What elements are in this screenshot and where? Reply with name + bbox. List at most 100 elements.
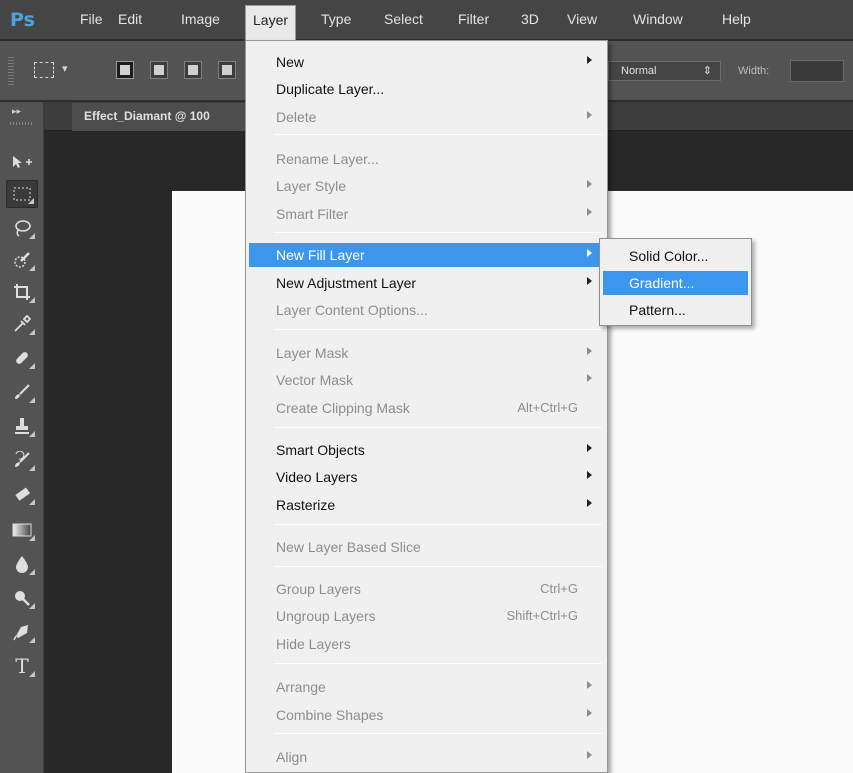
menu-item-arrange[interactable]: Arrange <box>249 675 604 699</box>
lasso-tool-icon[interactable] <box>6 214 38 242</box>
menu-item-layer-content-options[interactable]: Layer Content Options... <box>249 298 604 322</box>
menu-item-align[interactable]: Align <box>249 745 604 769</box>
menu-window[interactable]: Window <box>633 11 683 27</box>
menu-item-duplicate-layer[interactable]: Duplicate Layer... <box>249 77 604 101</box>
width-input[interactable] <box>790 60 844 82</box>
menu-separator <box>274 733 602 734</box>
menu-item-rename-layer[interactable]: Rename Layer... <box>249 147 604 171</box>
dodge-tool-icon[interactable] <box>6 584 38 612</box>
menu-3d[interactable]: 3D <box>521 11 539 27</box>
eyedropper-tool-icon[interactable] <box>6 310 38 338</box>
menu-item-label: Delete <box>276 109 317 125</box>
menu-item-label: New <box>276 54 305 70</box>
menu-separator <box>274 427 602 428</box>
select-arrows-icon: ⇕ <box>702 65 712 77</box>
pen-tool-icon[interactable] <box>6 618 38 646</box>
menu-help[interactable]: Help <box>722 11 751 27</box>
brush-tool-icon[interactable] <box>6 378 38 406</box>
menu-item-label: Rename Layer... <box>276 151 379 167</box>
photoshop-logo: Ps <box>10 9 35 31</box>
menu-item-ungroup-layers[interactable]: Ungroup Layers Shift+Ctrl+G <box>249 604 604 628</box>
menu-item-layer-mask[interactable]: Layer Mask <box>249 341 604 365</box>
move-tool-icon[interactable] <box>6 148 38 176</box>
menu-item-video-layers[interactable]: Video Layers <box>249 465 604 489</box>
menu-item-label: New Fill Layer <box>276 247 365 263</box>
menu-image[interactable]: Image <box>181 11 220 27</box>
menu-item-create-clipping-mask[interactable]: Create Clipping Mask Alt+Ctrl+G <box>249 396 604 420</box>
submenu-arrow-icon <box>587 180 592 188</box>
type-tool-icon[interactable]: T <box>6 652 38 680</box>
eraser-tool-icon[interactable] <box>6 480 38 508</box>
rectangular-marquee-tool-icon[interactable] <box>6 180 38 208</box>
shortcut-label: Shift+Ctrl+G <box>506 608 578 623</box>
menu-item-vector-mask[interactable]: Vector Mask <box>249 368 604 392</box>
menu-layer[interactable]: Layer <box>245 5 297 40</box>
new-selection-icon[interactable] <box>116 61 134 79</box>
healing-brush-tool-icon[interactable] <box>6 344 38 372</box>
blur-tool-icon[interactable] <box>6 550 38 578</box>
menu-item-label: Layer Style <box>276 178 347 194</box>
blend-mode-select[interactable]: Normal ⇕ <box>608 61 721 81</box>
menu-item-layer-style[interactable]: Layer Style <box>249 174 604 198</box>
new-fill-layer-submenu: Solid Color... Gradient... Pattern... <box>599 238 752 326</box>
menu-item-rasterize[interactable]: Rasterize <box>249 493 604 517</box>
menu-item-label: Smart Objects <box>276 442 365 458</box>
menu-select[interactable]: Select <box>384 11 423 27</box>
subtract-from-selection-icon[interactable] <box>184 61 202 79</box>
menu-item-smart-objects[interactable]: Smart Objects <box>249 438 604 462</box>
submenu-arrow-icon <box>587 347 592 355</box>
menu-item-delete[interactable]: Delete <box>249 105 604 129</box>
menu-item-label: Group Layers <box>276 581 361 597</box>
menu-item-new-adjustment-layer[interactable]: New Adjustment Layer <box>249 271 604 295</box>
options-bar-grip[interactable] <box>8 57 14 85</box>
menu-separator <box>274 663 602 664</box>
menu-item-label: Smart Filter <box>276 206 349 222</box>
intersect-selection-icon[interactable] <box>218 61 236 79</box>
history-brush-tool-icon[interactable] <box>6 446 38 474</box>
collapse-panel-icon[interactable]: ▸▸ <box>12 106 21 117</box>
menu-item-label: Layer Content Options... <box>276 302 428 318</box>
menu-item-smart-filter[interactable]: Smart Filter <box>249 202 604 226</box>
shortcut-label: Ctrl+G <box>540 581 578 596</box>
menu-item-label: Duplicate Layer... <box>276 81 385 97</box>
menu-view[interactable]: View <box>567 11 597 27</box>
submenu-arrow-icon <box>587 277 592 285</box>
menu-item-label: Arrange <box>276 679 326 695</box>
menu-type[interactable]: Type <box>321 11 351 27</box>
menu-item-hide-layers[interactable]: Hide Layers <box>249 632 604 656</box>
marquee-preset-icon[interactable] <box>34 62 54 78</box>
menu-item-new-layer-based-slice[interactable]: New Layer Based Slice <box>249 535 604 559</box>
submenu-arrow-icon <box>587 681 592 689</box>
menu-filter[interactable]: Filter <box>458 11 489 27</box>
submenu-arrow-icon <box>587 751 592 759</box>
submenu-arrow-icon <box>587 709 592 717</box>
gradient-tool-icon[interactable] <box>6 516 38 544</box>
menu-item-label: Video Layers <box>276 469 358 485</box>
menu-item-label: New Adjustment Layer <box>276 275 417 291</box>
tool-preset-dropdown-icon[interactable]: ▾ <box>62 62 68 75</box>
menu-item-group-layers[interactable]: Group Layers Ctrl+G <box>249 577 604 601</box>
crop-tool-icon[interactable] <box>6 278 38 306</box>
add-to-selection-icon[interactable] <box>150 61 168 79</box>
submenu-arrow-icon <box>587 208 592 216</box>
menu-separator <box>274 232 602 233</box>
menu-separator <box>274 566 602 567</box>
quick-selection-tool-icon[interactable] <box>6 246 38 274</box>
submenu-arrow-icon <box>587 499 592 507</box>
clone-stamp-tool-icon[interactable] <box>6 412 38 440</box>
submenu-item-solid-color[interactable]: Solid Color... <box>603 244 748 268</box>
menu-item-label: Vector Mask <box>276 372 354 388</box>
submenu-item-gradient[interactable]: Gradient... <box>603 271 748 295</box>
submenu-arrow-icon <box>587 111 592 119</box>
menu-edit[interactable]: Edit <box>118 11 142 27</box>
submenu-arrow-icon <box>587 444 592 452</box>
submenu-arrow-icon <box>587 471 592 479</box>
tools-panel-grip[interactable] <box>10 122 32 125</box>
document-tab[interactable]: Effect_Diamant @ 100 <box>72 103 248 131</box>
menu-file[interactable]: File <box>80 11 103 27</box>
menu-item-combine-shapes[interactable]: Combine Shapes <box>249 703 604 727</box>
menu-separator <box>274 524 602 525</box>
menu-item-new[interactable]: New <box>249 50 604 74</box>
submenu-item-pattern[interactable]: Pattern... <box>603 298 748 322</box>
menu-item-new-fill-layer[interactable]: New Fill Layer <box>249 243 604 267</box>
